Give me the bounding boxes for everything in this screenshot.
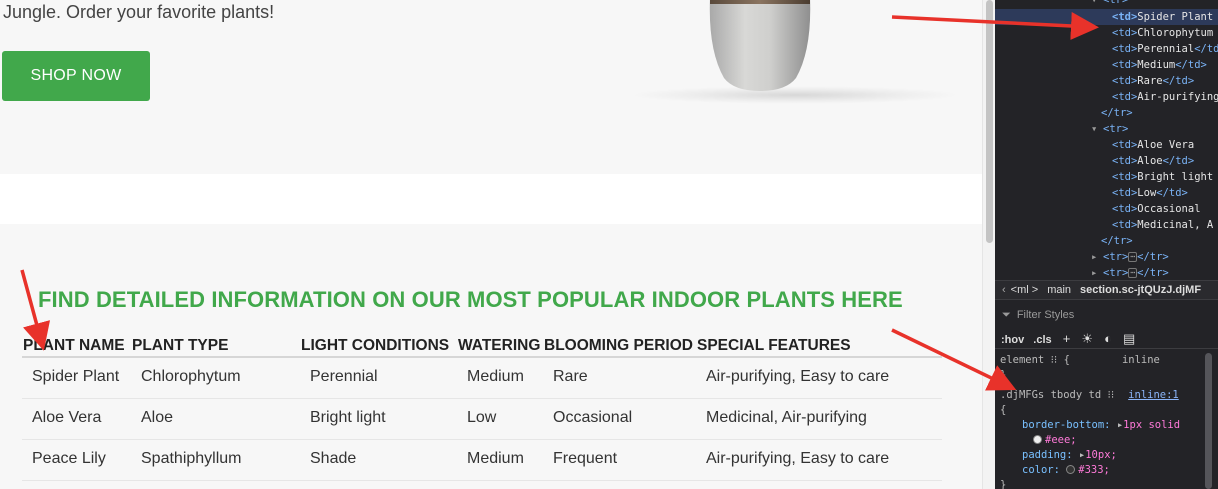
breadcrumb-item-current[interactable]: section.sc-jtQUzJ.djMF (1080, 284, 1201, 296)
filter-styles-row[interactable]: ⏷ Filter Styles (995, 305, 1074, 325)
dom-node-td-selected[interactable]: <td>Spider Plant (995, 9, 1218, 25)
dom-node-td[interactable]: <td>Aloe</td> (1112, 153, 1194, 169)
dom-node-td[interactable]: <td>Medium</td> (1112, 57, 1207, 73)
table-cell: Aloe Vera (22, 398, 131, 440)
document-icon[interactable]: ▤ (1123, 331, 1135, 346)
table-row: Peace Lily Spathiphyllum Shade Medium Fr… (22, 439, 942, 481)
collapsed-triangle-icon[interactable]: ▸ (1091, 249, 1103, 265)
light-mode-icon[interactable]: ☀ (1081, 331, 1093, 346)
ellipsis-icon[interactable]: ⋯ (1128, 268, 1138, 278)
dark-mode-icon[interactable]: ◐ (1104, 331, 1112, 346)
table-row: Spider Plant Chlorophytum Perennial Medi… (22, 357, 942, 399)
css-rule-selector[interactable]: .djMFGs tbody td ⁝⁝ inline:1 (1000, 388, 1179, 403)
plant-info-table: PLANT NAME PLANT TYPE LIGHT CONDITIONS W… (22, 334, 942, 481)
ellipsis-icon[interactable]: ⋯ (1128, 252, 1138, 262)
css-property-padding[interactable]: padding: ▸10px; (1022, 448, 1117, 463)
dom-node-tr-close: </tr> (1101, 107, 1133, 119)
css-rule-open: { (1000, 404, 1007, 416)
expand-triangle-icon[interactable]: ▾ (1091, 0, 1103, 8)
hero-section: Jungle. Order your favorite plants! SHOP… (0, 0, 982, 174)
table-cell: Low (457, 398, 543, 440)
dom-node-td[interactable]: <td>Bright light (1112, 169, 1213, 185)
plant-info-section: FIND DETAILED INFORMATION ON OUR MOST PO… (0, 224, 982, 489)
dom-node-tr-collapsed[interactable]: ▸ <tr> ⋯ </tr> (1091, 265, 1169, 281)
styles-toolbar: :hov .cls + ☀ ◐ ▤ (995, 329, 1218, 349)
table-cell: Aloe (131, 398, 300, 440)
css-rule-close: } (1000, 479, 1007, 489)
breadcrumb-item[interactable]: <ml > (1011, 284, 1039, 296)
table-cell: Medicinal, Air-purifying (696, 398, 942, 440)
dom-node-td[interactable]: <td>Occasional (1112, 201, 1201, 217)
column-header-plant-type: PLANT TYPE (131, 334, 300, 358)
grid-icon: ⁝⁝ (1107, 389, 1115, 401)
element-rule-close: } (1000, 369, 1007, 381)
styles-scrollbar[interactable] (1205, 353, 1212, 489)
table-cell: Spathiphyllum (131, 439, 300, 481)
table-cell: Medium (457, 439, 543, 481)
column-header-watering: WATERING (457, 334, 543, 358)
css-value-color-eee[interactable]: #eee; (1033, 433, 1077, 448)
table-cell: Shade (300, 439, 457, 481)
table-cell: Occasional (543, 398, 696, 440)
filter-styles-input[interactable]: Filter Styles (1017, 309, 1074, 321)
styles-panel: ⏷ Filter Styles :hov .cls + ☀ ◐ ▤ element… (995, 301, 1218, 489)
breadcrumb-item[interactable]: main (1047, 284, 1071, 296)
hero-tagline: Jungle. Order your favorite plants! (3, 2, 275, 22)
table-cell: Air-purifying, Easy to care (696, 357, 942, 399)
dom-node-td[interactable]: <td>Chlorophytum (1112, 25, 1213, 41)
column-header-blooming-period: BLOOMING PERIOD (543, 334, 696, 358)
column-header-plant-name: PLANT NAME (22, 334, 131, 358)
table-cell: Spider Plant (22, 357, 131, 399)
dom-node-tr-close: </tr> (1101, 235, 1133, 247)
dom-node-tr[interactable]: ▾ <tr> (1091, 121, 1128, 137)
dom-node-td[interactable]: <td>Perennial</td> (1112, 41, 1218, 57)
shop-now-button[interactable]: SHOP NOW (2, 51, 150, 101)
dom-node-td[interactable]: <td>Air-purifying (1112, 89, 1218, 105)
table-cell: Peace Lily (22, 439, 131, 481)
color-swatch[interactable] (1033, 435, 1042, 444)
dom-tree: ▾ <tr> <td>Spider Plant <td>Chlorophytum … (995, 0, 1218, 280)
rule-source-link[interactable]: inline:1 (1128, 389, 1179, 401)
column-header-light-conditions: LIGHT CONDITIONS (300, 334, 457, 358)
collapsed-triangle-icon[interactable]: ▸ (1091, 265, 1103, 281)
dom-node-tr-collapsed[interactable]: ▸ <tr> ⋯ </tr> (1091, 249, 1169, 265)
grid-icon: ⁝⁝ (1050, 354, 1058, 366)
expand-triangle-icon[interactable]: ▾ (1091, 121, 1103, 137)
table-header-row: PLANT NAME PLANT TYPE LIGHT CONDITIONS W… (22, 334, 942, 358)
table-cell: Frequent (543, 439, 696, 481)
devtools-panel: ▾ <tr> <td>Spider Plant <td>Chlorophytum … (995, 0, 1218, 489)
webpage-viewport: Jungle. Order your favorite plants! SHOP… (0, 0, 982, 489)
cls-toggle[interactable]: .cls (1033, 334, 1051, 346)
dom-node-td[interactable]: <td>Low</td> (1112, 185, 1188, 201)
table-cell: Bright light (300, 398, 457, 440)
hov-toggle[interactable]: :hov (1001, 334, 1024, 346)
dom-node-tr[interactable]: ▾ <tr> (1091, 0, 1128, 8)
table-cell: Medium (457, 357, 543, 399)
table-row: Aloe Vera Aloe Bright light Low Occasion… (22, 398, 942, 440)
table-cell: Perennial (300, 357, 457, 399)
element-rule-header: element ⁝⁝ {inline (1000, 354, 1160, 366)
page-scrollbar-thumb[interactable] (986, 0, 993, 243)
column-header-special-features: SPECIAL FEATURES (696, 334, 942, 358)
filter-icon: ⏷ (1002, 309, 1011, 321)
add-rule-icon[interactable]: + (1063, 331, 1071, 346)
color-swatch[interactable] (1066, 465, 1076, 474)
dom-breadcrumbs: ‹ <ml > main section.sc-jtQUzJ.djMF (995, 280, 1218, 300)
css-property-border-bottom[interactable]: border-bottom: ▸1px solid (1022, 418, 1180, 433)
dom-node-td[interactable]: <td>Rare</td> (1112, 73, 1194, 89)
dom-node-td[interactable]: <td>Aloe Vera (1112, 137, 1194, 153)
table-cell: Chlorophytum (131, 357, 300, 399)
table-cell: Air-purifying, Easy to care (696, 439, 942, 481)
plant-pot-image (709, 0, 811, 91)
page-scrollbar[interactable] (982, 0, 995, 489)
breadcrumb-back-icon[interactable]: ‹ (1002, 284, 1006, 296)
section-gap (0, 174, 982, 224)
css-property-color[interactable]: color: #333; (1022, 463, 1110, 478)
dom-node-td[interactable]: <td>Medicinal, A (1112, 217, 1213, 233)
table-cell: Rare (543, 357, 696, 399)
section-title: FIND DETAILED INFORMATION ON OUR MOST PO… (38, 287, 903, 312)
